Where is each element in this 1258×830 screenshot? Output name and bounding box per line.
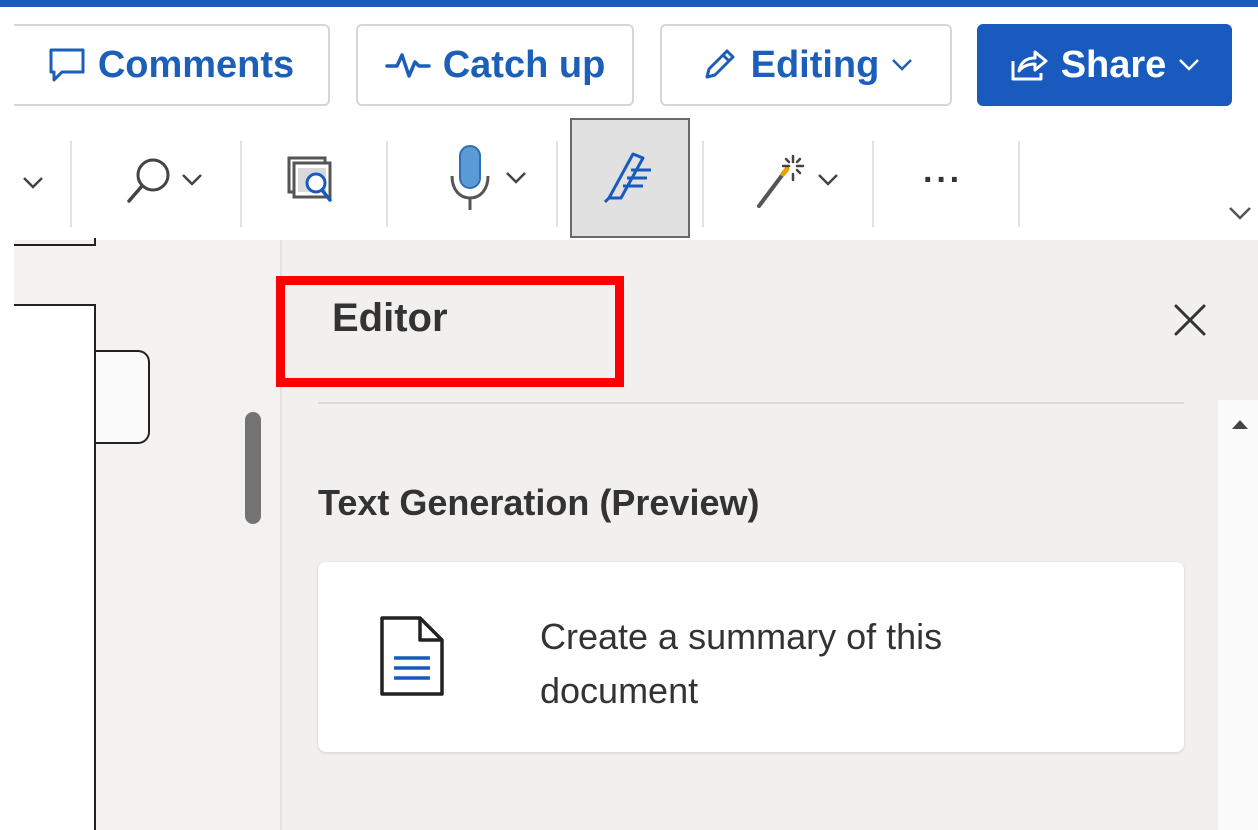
- chevron-down-icon: [181, 173, 203, 192]
- ribbon-separator: [1018, 141, 1020, 227]
- comments-label: Comments: [97, 43, 295, 86]
- comments-button[interactable]: Comments: [14, 24, 330, 106]
- ribbon-dropdown-chevron[interactable]: [18, 168, 48, 198]
- more-options-label: ···: [923, 160, 963, 199]
- designer-button[interactable]: [740, 148, 852, 216]
- chevron-down-icon: [891, 58, 913, 72]
- editor-icon: [603, 148, 657, 209]
- editor-button[interactable]: [570, 118, 690, 238]
- document-scrollbar-thumb[interactable]: [245, 412, 261, 524]
- share-icon: [1009, 47, 1049, 83]
- ribbon-separator: [556, 141, 558, 227]
- ribbon-separator: [240, 141, 242, 227]
- share-button[interactable]: Share: [977, 24, 1232, 106]
- find-button[interactable]: [108, 150, 220, 214]
- share-label: Share: [1060, 43, 1167, 86]
- pane-divider: [318, 402, 1184, 404]
- pencil-icon: [699, 45, 739, 85]
- document-page[interactable]: [14, 304, 96, 830]
- ribbon-expand-chevron[interactable]: [1228, 206, 1252, 227]
- ribbon-separator: [386, 141, 388, 227]
- page-edge: [14, 238, 96, 246]
- highlight-annotation-box: [276, 276, 624, 387]
- ribbon-separator: [702, 141, 704, 227]
- app-top-strip: [0, 0, 1258, 7]
- chevron-down-icon: [1178, 58, 1200, 72]
- catch-up-button[interactable]: Catch up: [356, 24, 634, 106]
- document-icon: [376, 614, 448, 703]
- close-icon: [1170, 304, 1210, 344]
- editing-label: Editing: [750, 43, 880, 86]
- create-summary-text: Create a summary of this document: [540, 616, 943, 711]
- activity-icon: [384, 50, 431, 80]
- comment-icon: [48, 47, 86, 83]
- ribbon-separator: [872, 141, 874, 227]
- editing-mode-button[interactable]: Editing: [660, 24, 952, 106]
- magic-wand-icon: [753, 150, 807, 215]
- chevron-down-icon: [817, 173, 839, 192]
- dictate-button[interactable]: [430, 142, 542, 218]
- text-generation-heading: Text Generation (Preview): [318, 482, 760, 523]
- microphone-icon: [445, 142, 495, 219]
- ribbon-separator: [70, 141, 72, 227]
- reuse-files-icon: [283, 150, 343, 213]
- more-options-button[interactable]: ···: [906, 160, 980, 200]
- search-icon: [125, 155, 173, 210]
- chevron-down-icon: [505, 171, 527, 190]
- scroll-up-arrow-icon[interactable]: [1232, 420, 1248, 429]
- catch-up-label: Catch up: [442, 43, 606, 86]
- pane-scrollbar[interactable]: [1218, 400, 1258, 830]
- create-summary-card[interactable]: Create a summary of this document: [318, 562, 1184, 752]
- close-pane-button[interactable]: [1170, 300, 1210, 340]
- reuse-files-button[interactable]: [280, 148, 346, 214]
- page-comment-tab: [96, 350, 150, 444]
